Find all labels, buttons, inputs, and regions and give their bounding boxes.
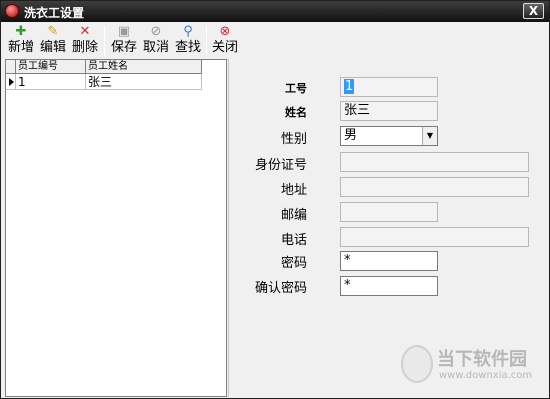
confirm-password-label: 确认密码	[254, 281, 307, 296]
window-title: 洗衣工设置	[24, 6, 85, 20]
column-header-id[interactable]: 员工编号	[16, 60, 86, 74]
password-field[interactable]: *	[340, 251, 438, 271]
find-button[interactable]: ⚲ 查找	[172, 24, 204, 58]
toolbar: ✚ 新增 ✎ 编辑 ✕ 删除 ▣ 保存 ⊘ 取消 ⚲ 查找 ⊗ 关闭	[1, 22, 549, 59]
table-row[interactable]: 1 张三	[6, 74, 202, 90]
phone-field[interactable]	[340, 227, 529, 247]
add-button[interactable]: ✚ 新增	[5, 24, 37, 58]
title-bar: 洗衣工设置 X	[1, 1, 549, 22]
cell-id[interactable]: 1	[16, 74, 86, 90]
save-button[interactable]: ▣ 保存	[108, 24, 140, 58]
id-label: 工号	[285, 82, 307, 95]
app-icon	[5, 4, 19, 18]
grid-corner	[6, 60, 16, 74]
grid-header: 员工编号 员工姓名	[6, 60, 202, 74]
gender-select[interactable]: 男 ▼	[340, 126, 438, 146]
name-label: 姓名	[285, 106, 307, 119]
close-window-button[interactable]: X	[523, 3, 544, 19]
column-header-name[interactable]: 员工姓名	[86, 60, 202, 74]
cancel-icon: ⊘	[150, 24, 162, 39]
phone-label: 电话	[280, 233, 307, 248]
watermark: 当下软件园 www.downxia.com	[401, 343, 546, 393]
close-button[interactable]: ⊗ 关闭	[209, 24, 241, 58]
cancel-button[interactable]: ⊘ 取消	[140, 24, 172, 58]
toolbar-separator	[206, 26, 207, 56]
row-pointer-icon	[9, 78, 14, 86]
chevron-down-icon[interactable]: ▼	[422, 127, 437, 145]
name-field[interactable]: 张三	[340, 101, 438, 121]
window: 洗衣工设置 X ✚ 新增 ✎ 编辑 ✕ 删除 ▣ 保存 ⊘ 取消 ⚲ 查找 ⊗ …	[0, 0, 550, 399]
postcode-label: 邮编	[280, 208, 307, 223]
save-icon: ▣	[117, 24, 131, 39]
find-icon: ⚲	[183, 24, 193, 39]
watermark-logo-icon	[401, 345, 433, 383]
edit-button[interactable]: ✎ 编辑	[37, 24, 69, 58]
address-field[interactable]	[340, 177, 529, 197]
edit-icon: ✎	[47, 24, 59, 39]
postcode-field[interactable]	[340, 202, 438, 222]
watermark-url: www.downxia.com	[439, 370, 533, 381]
cell-name[interactable]: 张三	[86, 74, 202, 90]
employee-grid[interactable]: 员工编号 员工姓名 1 张三	[5, 59, 227, 397]
delete-icon: ✕	[79, 24, 91, 39]
address-label: 地址	[280, 183, 307, 198]
confirm-password-field[interactable]: *	[340, 276, 438, 296]
close-icon: ⊗	[219, 24, 231, 39]
password-label: 密码	[280, 256, 307, 271]
id-field[interactable]: 1	[340, 77, 438, 97]
watermark-text: 当下软件园	[437, 349, 527, 370]
toolbar-separator	[104, 26, 105, 56]
gender-label: 性别	[280, 132, 307, 147]
delete-button[interactable]: ✕ 删除	[69, 24, 101, 58]
add-icon: ✚	[15, 24, 27, 39]
idcard-label: 身份证号	[254, 158, 307, 173]
idcard-field[interactable]	[340, 152, 529, 172]
row-indicator-cell	[6, 74, 16, 90]
